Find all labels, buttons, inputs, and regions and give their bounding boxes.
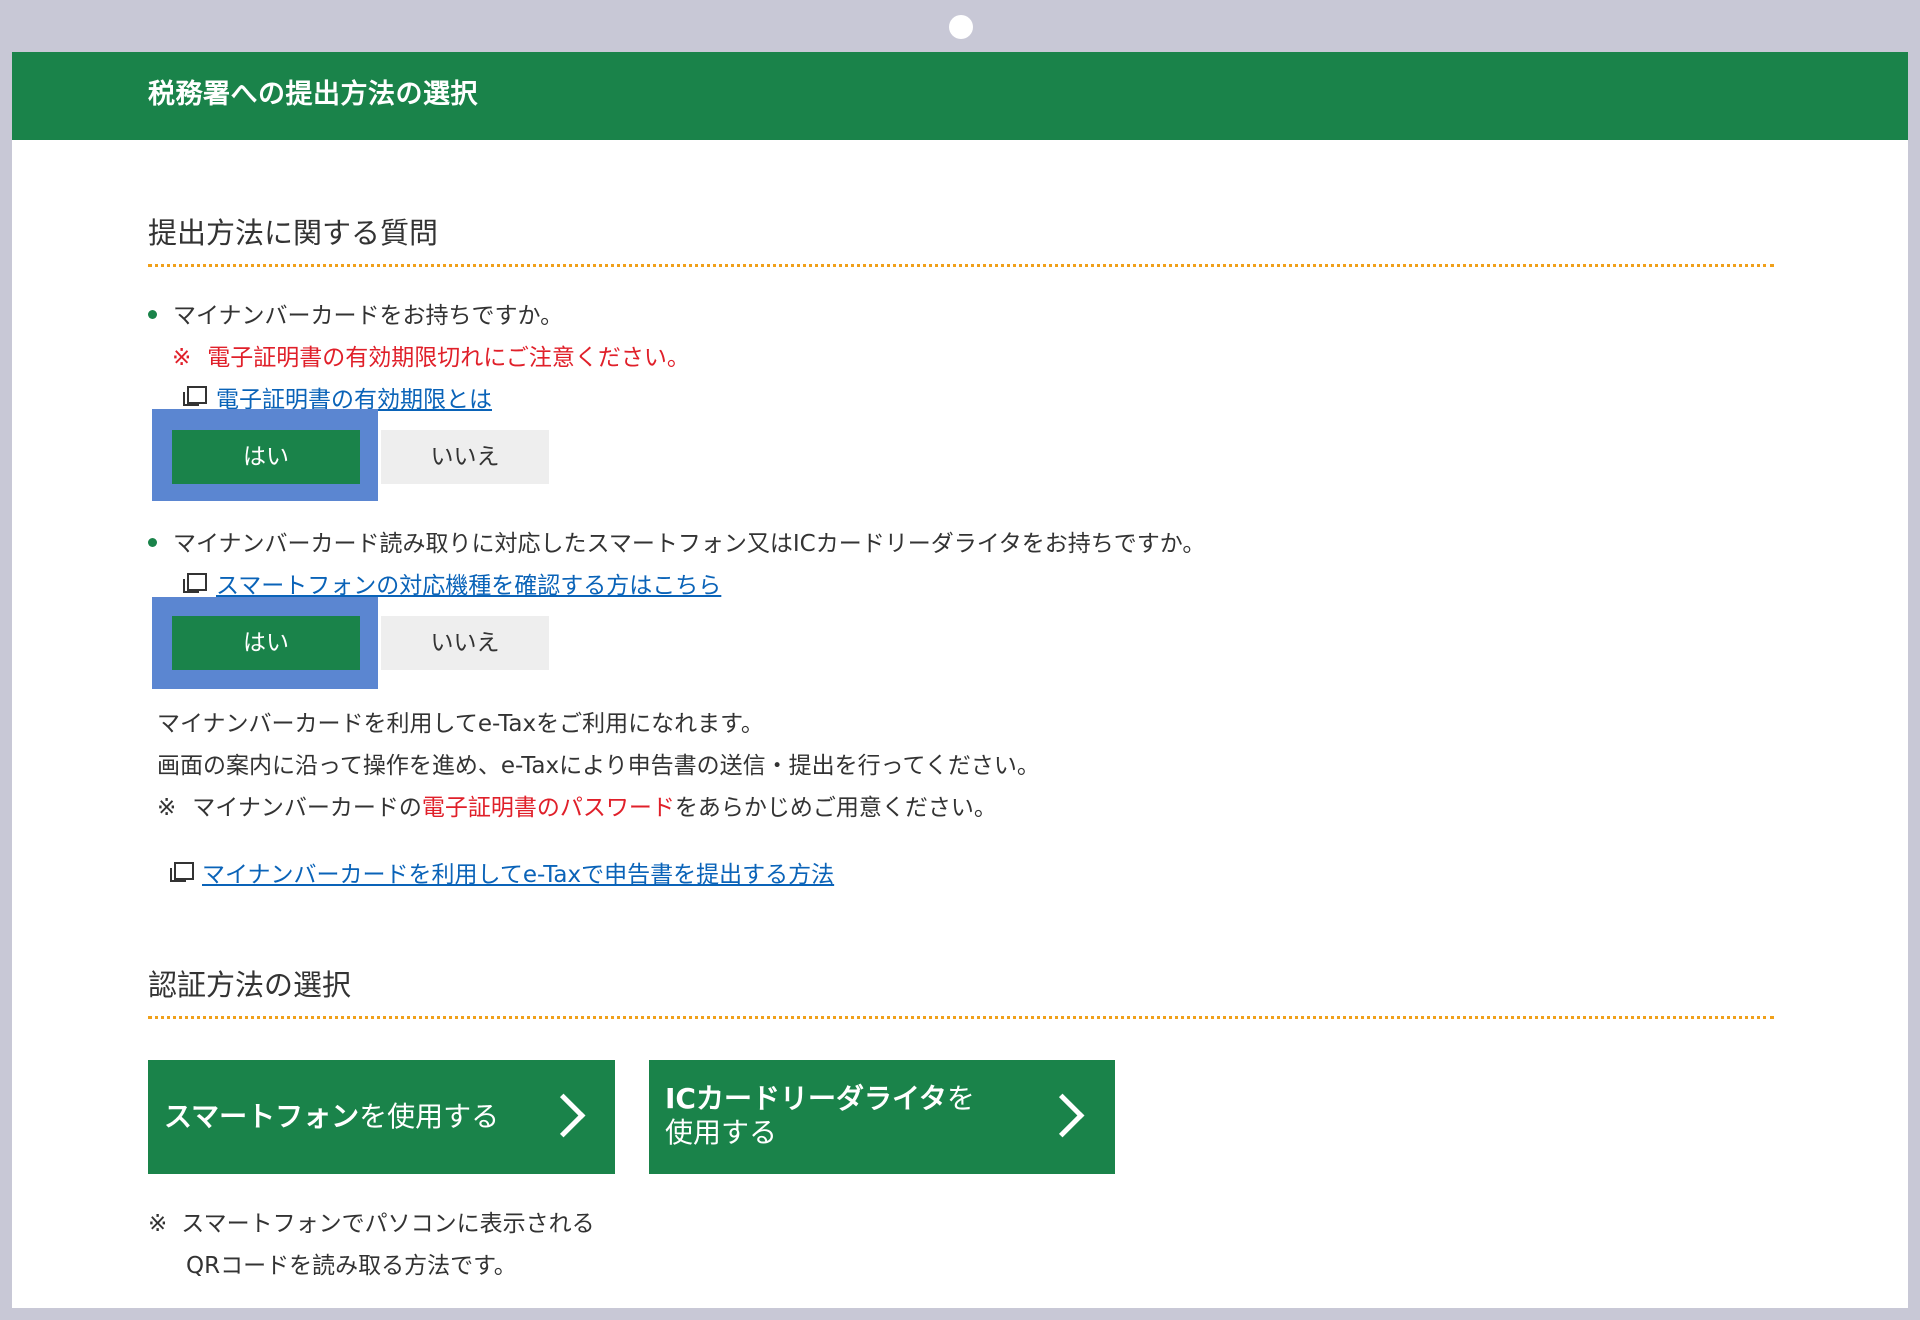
smartphone-note-line-1: ※ スマートフォンでパソコンに表示される [148,1204,595,1238]
device-camera [949,15,973,39]
question-mynumber-card: マイナンバーカードをお持ちですか。 [148,296,563,330]
section-title-authentication: 認証方法の選択 [148,968,352,1002]
info-line-1: マイナンバーカードを利用してe-Taxをご利用になれます。 [157,711,764,737]
section-divider [148,264,1774,267]
question-text: マイナンバーカードをお持ちですか。 [173,303,564,329]
question-card-reader: マイナンバーカード読み取りに対応したスマートフォン又はICカードリーダライタをお… [148,524,1205,558]
expiry-warning: ※ 電子証明書の有効期限切れにご注意ください。 [172,338,690,372]
chevron-right-icon [541,1093,586,1138]
button-label: スマートフォンを使用する [164,1100,500,1133]
question-text: マイナンバーカード読み取りに対応したスマートフォン又はICカードリーダライタをお… [173,531,1206,557]
external-window-icon [183,386,207,406]
button-label-line2: 使用する [665,1116,778,1149]
password-highlight: 電子証明書のパスワード [421,795,675,821]
info-text: をあらかじめご用意ください。 [674,795,997,821]
screen: 税務署への提出方法の選択 提出方法に関する質問 マイナンバーカードをお持ちですか… [12,52,1908,1308]
button-label: ICカードリーダライタを [665,1082,975,1115]
smartphone-note-line-2: QRコードを読み取る方法です。 [186,1253,517,1279]
info-line-3: ※ マイナンバーカードの電子証明書のパスワードをあらかじめご用意ください。 [157,788,997,822]
use-smartphone-button[interactable]: スマートフォンを使用する [148,1060,615,1174]
link-etax-submission-method[interactable]: マイナンバーカードを利用してe-Taxで申告書を提出する方法 [202,855,834,889]
external-window-icon [183,573,207,593]
note-text: スマートフォンでパソコンに表示される [181,1211,595,1237]
info-line-2: 画面の案内に沿って操作を進め、e-Taxにより申告書の送信・提出を行ってください… [157,753,1040,779]
link-supported-smartphones[interactable]: スマートフォンの対応機種を確認する方はこちら [216,566,721,600]
section-title-submission-questions: 提出方法に関する質問 [148,216,439,250]
bullet-icon [148,310,157,319]
q2-yes-button[interactable]: はい [172,616,360,670]
q2-no-button[interactable]: いいえ [381,616,549,670]
q1-yes-button[interactable]: はい [172,430,360,484]
note-mark: ※ [157,795,177,821]
note-mark: ※ [148,1211,168,1237]
warning-text: 電子証明書の有効期限切れにご注意ください。 [207,345,690,371]
bullet-icon [148,538,157,547]
page-title: 税務署への提出方法の選択 [148,79,478,110]
external-window-icon [170,862,194,882]
page-header: 税務署への提出方法の選択 [12,52,1908,140]
q1-no-button[interactable]: いいえ [381,430,549,484]
chevron-right-icon [1040,1093,1085,1138]
info-text: マイナンバーカードの [192,795,422,821]
section-divider [148,1016,1774,1019]
note-mark: ※ [172,345,192,371]
use-ic-card-reader-button[interactable]: ICカードリーダライタを 使用する [649,1060,1115,1174]
